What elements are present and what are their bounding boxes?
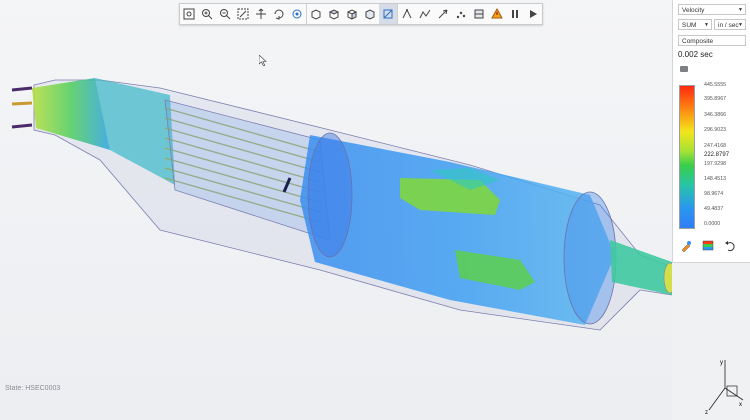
- pan-icon[interactable]: [252, 4, 270, 24]
- zoom-window-icon[interactable]: [234, 4, 252, 24]
- mouse-cursor-icon: [259, 55, 267, 66]
- zoom-fit-icon[interactable]: [180, 4, 198, 24]
- legend-max: 445.5555: [704, 82, 727, 88]
- color-picker-icon[interactable]: [679, 239, 693, 253]
- legend-colorbar: [679, 85, 695, 229]
- measure-icon[interactable]: [488, 4, 506, 24]
- legend-tick: 49.4837: [704, 206, 724, 212]
- legend-tick: 395.8967: [704, 96, 727, 102]
- component-select[interactable]: SUM ▼: [678, 19, 712, 30]
- view-right-icon[interactable]: [343, 4, 361, 24]
- play-icon[interactable]: [524, 4, 542, 24]
- zoom-in-icon[interactable]: [198, 4, 216, 24]
- quantity-value: Velocity: [682, 7, 705, 14]
- state-label: State: HSEC0003: [5, 385, 61, 392]
- legend-settings-icon[interactable]: [701, 239, 715, 253]
- svg-text:z: z: [705, 410, 708, 416]
- legend-tick: 98.9674: [704, 191, 724, 197]
- units-select[interactable]: in / sec ▼: [714, 19, 746, 30]
- legend-probe-value: 222.8797: [704, 152, 730, 158]
- viewport[interactable]: State: HSEC0003 y x z: [0, 0, 744, 420]
- particle-icon[interactable]: [452, 4, 470, 24]
- legend-labels: 445.5555 395.8967 346.3866 296.9023 247.…: [699, 80, 749, 232]
- exhaust-model-render[interactable]: [0, 0, 672, 420]
- view-front-icon[interactable]: [307, 4, 325, 24]
- legend-tick: 346.3866: [704, 112, 727, 118]
- plane-icon[interactable]: [398, 4, 416, 24]
- component-value: SUM: [682, 22, 697, 29]
- animation-toggle[interactable]: [680, 66, 688, 72]
- legend-tick: 247.4168: [704, 143, 727, 149]
- rotate-icon[interactable]: [270, 4, 288, 24]
- legend-tick: 148.4513: [704, 176, 727, 182]
- svg-text:y: y: [720, 360, 723, 366]
- section-icon[interactable]: [416, 4, 434, 24]
- mode-select[interactable]: Composite: [678, 35, 746, 46]
- svg-text:x: x: [739, 402, 742, 408]
- axis-triad-icon[interactable]: y x z: [703, 356, 747, 416]
- view-iso-icon[interactable]: [361, 4, 379, 24]
- view-toolbar: [179, 3, 543, 25]
- probe-icon[interactable]: [379, 4, 397, 24]
- chevron-down-icon: ▼: [738, 22, 743, 28]
- view-top-icon[interactable]: [325, 4, 343, 24]
- legend-tick: 296.9023: [704, 127, 727, 133]
- legend-tick: 197.9298: [704, 161, 727, 167]
- results-panel: Velocity ▼ SUM ▼ in / sec ▼ Composite 0.…: [672, 0, 750, 263]
- pause-icon[interactable]: [506, 4, 524, 24]
- time-label: 0.002 sec: [678, 50, 713, 59]
- chevron-down-icon: ▼: [738, 7, 743, 13]
- vector-icon[interactable]: [434, 4, 452, 24]
- legend-tick: 0.0000: [704, 221, 721, 227]
- quantity-select[interactable]: Velocity ▼: [678, 4, 746, 15]
- clip-icon[interactable]: [470, 4, 488, 24]
- mode-value: Composite: [682, 38, 714, 45]
- reset-icon[interactable]: [723, 239, 737, 253]
- zoom-out-icon[interactable]: [216, 4, 234, 24]
- zoom-area-icon[interactable]: [288, 4, 306, 24]
- units-value: in / sec: [718, 22, 739, 29]
- chevron-down-icon: ▼: [704, 22, 709, 28]
